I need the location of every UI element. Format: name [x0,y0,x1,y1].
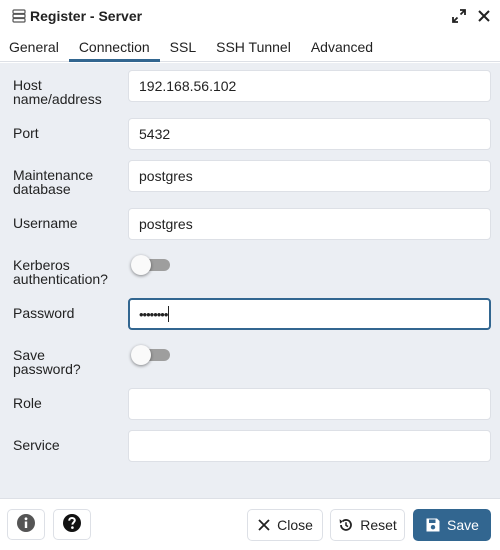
role-input[interactable] [128,388,491,420]
service-input[interactable] [128,430,491,462]
help-button[interactable] [53,509,91,540]
host-input[interactable]: 192.168.56.102 [128,70,491,102]
dialog-title: Register - Server [30,8,143,24]
password-value: •••••••• [139,306,168,322]
port-value: 5432 [139,126,171,142]
maintenance-db-input[interactable]: postgres [128,160,491,192]
dialog-footer: Close Reset Save [0,498,500,550]
info-icon [16,513,36,536]
dialog-titlebar: Register - Server [0,0,500,32]
close-dialog-icon[interactable] [474,6,494,26]
password-label: Password [13,305,75,321]
kerberos-toggle[interactable] [131,255,171,275]
host-value: 192.168.56.102 [139,78,237,94]
tab-bar: General Connection SSL SSH Tunnel Advanc… [0,32,500,62]
tab-general[interactable]: General [0,32,69,61]
reset-icon [338,517,354,533]
save-button[interactable]: Save [413,509,491,541]
service-label: Service [13,437,60,453]
save-button-label: Save [447,517,479,533]
role-label: Role [13,395,42,411]
tab-ssl[interactable]: SSL [160,32,206,61]
tab-ssh-tunnel[interactable]: SSH Tunnel [206,32,301,61]
expand-icon[interactable] [450,7,468,25]
connection-form: Host name/address 192.168.56.102 Port 54… [0,63,500,498]
text-caret [168,306,170,322]
server-icon [12,9,26,23]
reset-button[interactable]: Reset [330,509,405,541]
close-button-label: Close [277,517,313,533]
port-input[interactable]: 5432 [128,118,491,150]
maintenance-db-label: Maintenance database [13,167,94,197]
tab-advanced[interactable]: Advanced [301,32,383,61]
kerberos-toggle-knob [131,255,151,275]
port-label: Port [13,125,39,141]
username-label: Username [13,215,78,231]
username-value: postgres [139,216,193,232]
close-button[interactable]: Close [247,509,323,541]
kerberos-label: Kerberos authentication? [13,257,108,287]
username-input[interactable]: postgres [128,208,491,240]
save-password-label: Save password? [13,347,81,377]
help-icon [62,513,82,536]
close-icon [257,518,271,532]
save-password-toggle[interactable] [131,345,171,365]
reset-button-label: Reset [360,517,397,533]
info-button[interactable] [7,509,45,540]
tab-connection[interactable]: Connection [68,32,160,62]
host-label: Host name/address [13,77,102,107]
save-password-toggle-knob [131,345,151,365]
password-input[interactable]: •••••••• [128,298,491,330]
maintenance-db-value: postgres [139,168,193,184]
save-icon [425,517,441,533]
